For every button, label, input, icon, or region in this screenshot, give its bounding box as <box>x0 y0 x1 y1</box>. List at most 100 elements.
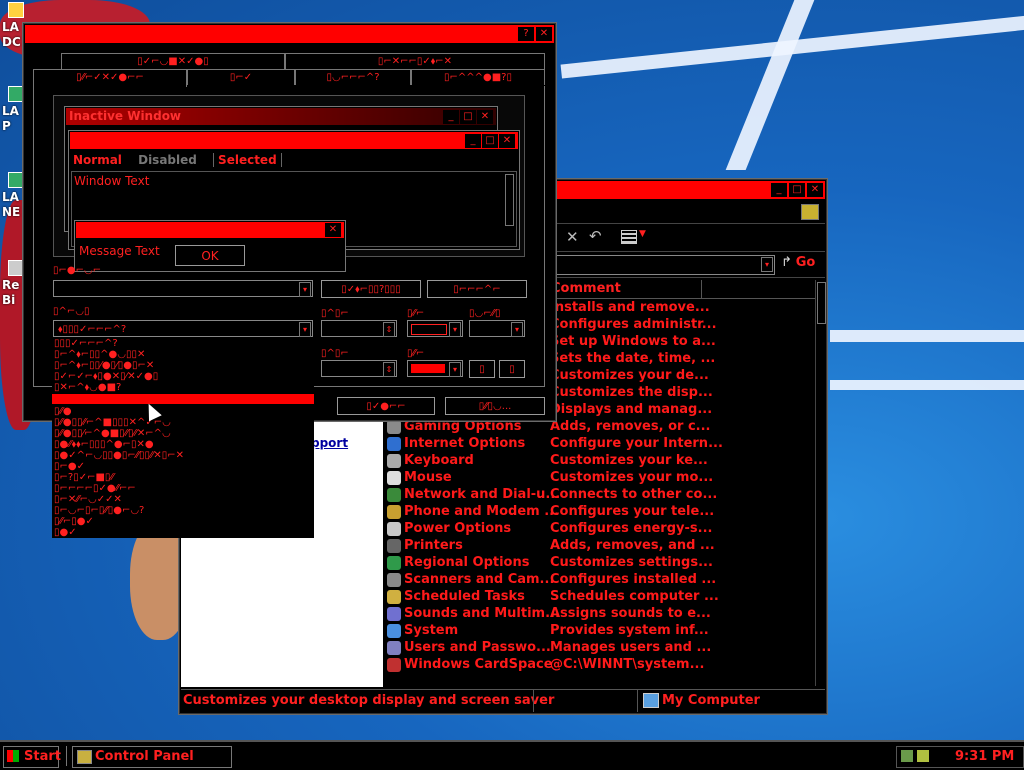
size-spinner[interactable]: ⇕ <box>321 320 397 337</box>
dropdown-item[interactable]: ▯⌐⌐⌐⌐▯✓●⁄⁄⌐⌐ <box>54 483 312 494</box>
dropdown-item[interactable]: ▯⌐^⬧⌐▯▯⁄●▯⁄▯●▯⌐✕ <box>54 360 312 371</box>
save-as-button[interactable]: ▯✓⬧⌐▯▯?▯▯▯ <box>321 280 421 298</box>
minimize-button: _ <box>465 134 481 148</box>
preview-message-box: ✕ Message Text OK <box>74 220 346 272</box>
tab-active[interactable]: ▯⁄⁄⌐✓✕✓●⌐⌐ <box>33 69 187 87</box>
spinner-icon[interactable]: ⇕ <box>383 362 395 377</box>
dropdown-item[interactable]: ▯⌐●✓ <box>54 461 312 472</box>
tab[interactable]: ▯⌐✓ <box>187 69 295 85</box>
dropdown-item[interactable]: ▯●⁄⁄⬧⬧⌐▯▯▯^●⌐▯✕● <box>54 439 312 450</box>
dropdown-selected-item[interactable] <box>52 394 314 404</box>
color2-picker[interactable]: ▾ <box>469 320 525 337</box>
minimize-button[interactable]: _ <box>771 183 787 197</box>
preview-active-titlebar <box>70 132 518 149</box>
desktop-icon-label: LA DC <box>2 20 21 49</box>
list-item[interactable]: System Provides system inf... <box>385 623 815 640</box>
dropdown-item[interactable]: ▯●✓ <box>54 527 312 538</box>
chevron-down-icon[interactable]: ▼ <box>639 229 646 239</box>
tab[interactable]: ▯◡⌐⌐⌐^? <box>295 69 411 85</box>
dropdown-item[interactable]: ▯✕⌐^⬧◡●■? <box>54 382 312 392</box>
tab[interactable]: ▯✓⌐◡■✕✓●▯ <box>61 53 285 69</box>
preview-message-titlebar <box>76 222 344 238</box>
list-item[interactable]: Regional Options Customizes settings... <box>385 555 815 572</box>
list-item[interactable]: Scheduled Tasks Schedules computer ... <box>385 589 815 606</box>
item-select[interactable]: ⬧▯▯▯✓⌐⌐⌐^? ▾ <box>53 320 313 337</box>
list-item[interactable]: Windows CardSpace @C:\WINNT\system... <box>385 657 815 674</box>
properties-titlebar[interactable] <box>25 25 554 43</box>
network-tray-icon[interactable] <box>901 750 913 762</box>
scheme-label: ▯⌐●⌐◡⌐ <box>53 265 102 276</box>
comment-column-header[interactable]: Comment <box>551 280 702 298</box>
list-item[interactable]: Printers Adds, removes, and ... <box>385 538 815 555</box>
chevron-down-icon[interactable]: ▾ <box>511 322 523 337</box>
clock[interactable]: 9:31 PM <box>955 749 1014 764</box>
color-picker[interactable]: ▾ <box>407 320 463 337</box>
maximize-button[interactable]: □ <box>789 183 805 197</box>
delete-icon[interactable]: ✕ <box>566 228 579 246</box>
dropdown-item[interactable]: ▯⁄⁄● <box>54 406 312 417</box>
tab[interactable]: ▯⌐✕⌐⌐▯✓⬧⌐✕ <box>285 53 545 69</box>
vertical-scrollbar[interactable] <box>815 280 826 686</box>
spinner-icon[interactable]: ⇕ <box>383 322 395 337</box>
scrollbar-thumb[interactable] <box>817 282 826 324</box>
volume-tray-icon[interactable] <box>917 750 929 762</box>
status-divider <box>533 690 534 712</box>
delete-button[interactable]: ▯⌐⌐⌐^⌐ <box>427 280 527 298</box>
dropdown-item[interactable]: ▯⁄⁄●▯▯⁄⁄⌐^■▯▯▯✕^✓⌐◡ <box>54 417 312 428</box>
italic-button[interactable]: ▯ <box>499 360 525 378</box>
dropdown-item[interactable]: ▯▯▯✓⌐⌐⌐^? <box>54 338 312 349</box>
list-item[interactable]: Network and Dial-u... Connects to other c… <box>385 487 815 504</box>
taskbar-task-control-panel[interactable]: Control Panel <box>72 746 232 768</box>
font-color-label: ▯⁄⁄⌐ <box>407 348 425 359</box>
applet-comment: Configures your tele... <box>550 504 715 519</box>
list-item[interactable]: Mouse Customizes your mo... <box>385 470 815 487</box>
views-icon[interactable] <box>621 230 637 244</box>
dropdown-item[interactable]: ▯⁄⁄⌐▯●✓ <box>54 516 312 527</box>
list-item[interactable]: Phone and Modem ... Configures your tele.… <box>385 504 815 521</box>
bold-button[interactable]: ▯ <box>469 360 495 378</box>
list-item[interactable]: Keyboard Customizes your ke... <box>385 453 815 470</box>
font-color-picker[interactable]: ▾ <box>407 360 463 377</box>
chevron-down-icon[interactable]: ▾ <box>761 257 773 272</box>
support-link[interactable]: pport <box>311 436 348 450</box>
dropdown-item[interactable]: ▯✓⌐✓⌐⬧▯●✕▯⁄✕✓●▯ <box>54 371 312 382</box>
font-size-spinner[interactable]: ⇕ <box>321 360 397 377</box>
list-item[interactable]: Sounds and Multim... Assigns sounds to e.… <box>385 606 815 623</box>
chevron-down-icon[interactable]: ▾ <box>299 322 311 337</box>
list-item[interactable]: Scanners and Cam... Configures installed … <box>385 572 815 589</box>
go-label: Go <box>795 255 816 270</box>
applet-name: Printers <box>404 538 463 553</box>
applet-icon <box>387 641 401 655</box>
chevron-down-icon[interactable]: ▾ <box>449 322 461 337</box>
dropdown-item[interactable]: ▯⌐◡⌐▯⌐▯⁄⁄▯●⌐◡? <box>54 505 312 516</box>
applet-name: Mouse <box>404 470 452 485</box>
list-item[interactable]: Internet Options Configure your Intern... <box>385 436 815 453</box>
chevron-down-icon[interactable]: ▾ <box>449 362 461 377</box>
cancel-button[interactable]: ▯⁄⁄▯◡... <box>445 397 545 415</box>
chevron-down-icon[interactable]: ▾ <box>299 282 311 297</box>
dropdown-item[interactable]: ▯⌐✕⁄⁄⌐◡✓✓✕ <box>54 494 312 505</box>
applet-comment: Configures installed ... <box>550 572 717 587</box>
start-button[interactable]: Start <box>3 746 61 768</box>
applet-comment: Configures administr... <box>550 317 717 332</box>
close-button[interactable]: ✕ <box>807 183 823 197</box>
go-button[interactable]: ↱ Go <box>781 255 825 275</box>
status-text: Customizes your desktop display and scre… <box>183 693 555 708</box>
item-dropdown-list: ▯▯▯✓⌐⌐⌐^? ▯⌐^⬧⌐▯▯^●◡▯▯✕ ▯⌐^⬧⌐▯▯⁄●▯⁄▯●▯⌐✕ ▯✓… <box>52 338 314 538</box>
list-item[interactable]: Power Options Configures energy-s... <box>385 521 815 538</box>
taskbar-divider <box>66 746 70 766</box>
applet-name: Windows CardSpace <box>404 657 553 672</box>
dropdown-item[interactable]: ▯⌐^⬧⌐▯▯^●◡▯▯✕ <box>54 349 312 360</box>
undo-icon[interactable]: ↶ <box>589 227 602 245</box>
applet-icon <box>387 420 401 434</box>
applet-comment: Provides system inf... <box>550 623 709 638</box>
dropdown-item[interactable]: ▯●✓^⌐◡▯▯●▯⌐⁄⁄▯▯⁄⁄✕▯⌐✕ <box>54 450 312 461</box>
close-button[interactable]: ✕ <box>536 27 552 41</box>
list-item[interactable]: Users and Passwo... Manages users and ... <box>385 640 815 657</box>
tab[interactable]: ▯⌐^^^●■?▯ <box>411 69 545 85</box>
dropdown-item[interactable]: ▯⁄⁄●▯▯⁄⌐^●■▯⁄⁄▯⁄⁄✕⌐^◡ <box>54 428 312 439</box>
ok-button[interactable]: ▯✓●⌐⌐ <box>337 397 435 415</box>
help-button[interactable]: ? <box>518 27 534 41</box>
dropdown-item[interactable]: ▯⌐?▯✓⌐■▯⁄⁄ <box>54 472 312 483</box>
scheme-select[interactable]: ▾ <box>53 280 313 297</box>
